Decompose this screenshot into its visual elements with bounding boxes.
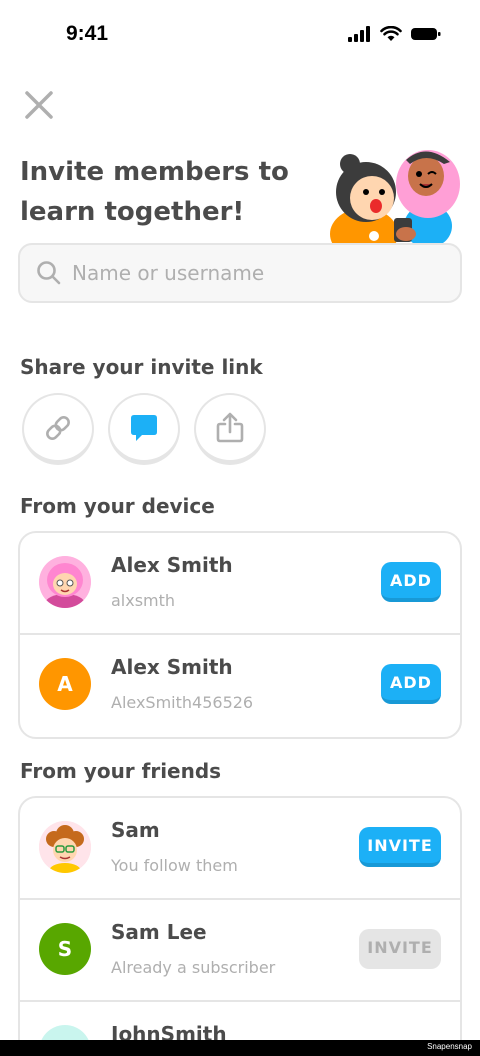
- add-button[interactable]: ADD: [381, 664, 441, 704]
- share-sheet-button[interactable]: [194, 393, 266, 465]
- bottom-bar: Snapensnap: [0, 1040, 480, 1056]
- contact-name: Alex Smith: [111, 655, 233, 679]
- list-item: Sam You follow them INVITE: [20, 798, 460, 900]
- add-button[interactable]: ADD: [381, 562, 441, 602]
- share-section-title: Share your invite link: [20, 355, 263, 379]
- avatar: [39, 821, 91, 873]
- search-icon: [37, 261, 61, 285]
- device-section-title: From your device: [20, 494, 215, 518]
- contact-username: AlexSmith456526: [111, 693, 254, 712]
- battery-icon: [411, 28, 441, 40]
- friend-status: Already a subscriber: [111, 958, 276, 977]
- invite-button-disabled[interactable]: INVITE: [359, 929, 441, 969]
- wifi-icon: [380, 26, 402, 41]
- signal-icon: [348, 26, 370, 42]
- friend-name: Sam Lee: [111, 920, 207, 944]
- share-icon: [216, 412, 244, 442]
- message-share-button[interactable]: [108, 393, 180, 465]
- friends-section-title: From your friends: [20, 759, 222, 783]
- contact-username: alxsmth: [111, 591, 176, 610]
- characters-illustration: [330, 150, 460, 246]
- status-bar: 9:41: [0, 0, 480, 72]
- page-title: Invite members to learn together!: [20, 157, 289, 227]
- search-field[interactable]: [18, 243, 462, 303]
- list-item: Alex Smith alxsmth ADD: [20, 533, 460, 635]
- friends-list: Sam You follow them INVITE S Sam Lee Alr…: [18, 796, 462, 1056]
- close-icon: [25, 91, 53, 119]
- link-icon: [46, 415, 70, 440]
- message-icon: [131, 414, 157, 441]
- avatar: A: [39, 658, 91, 710]
- avatar: S: [39, 923, 91, 975]
- pink-hair-avatar-icon: [39, 556, 91, 608]
- list-item: A Alex Smith AlexSmith456526 ADD: [20, 635, 460, 737]
- status-time: 9:41: [66, 22, 109, 45]
- avatar: [39, 556, 91, 608]
- list-item: S Sam Lee Already a subscriber INVITE: [20, 900, 460, 1002]
- watermark: Snapensnap: [427, 1042, 472, 1051]
- contact-name: Alex Smith: [111, 553, 233, 577]
- friend-status: You follow them: [111, 856, 238, 875]
- curly-hair-avatar-icon: [39, 821, 91, 873]
- status-icons: [348, 26, 442, 42]
- share-buttons: [22, 393, 266, 465]
- close-button[interactable]: [22, 88, 56, 122]
- device-contacts-list: Alex Smith alxsmth ADD A Alex Smith Alex…: [18, 531, 462, 739]
- friend-name: Sam: [111, 818, 160, 842]
- invite-button[interactable]: INVITE: [359, 827, 441, 867]
- copy-link-button[interactable]: [22, 393, 94, 465]
- search-input[interactable]: [72, 261, 432, 285]
